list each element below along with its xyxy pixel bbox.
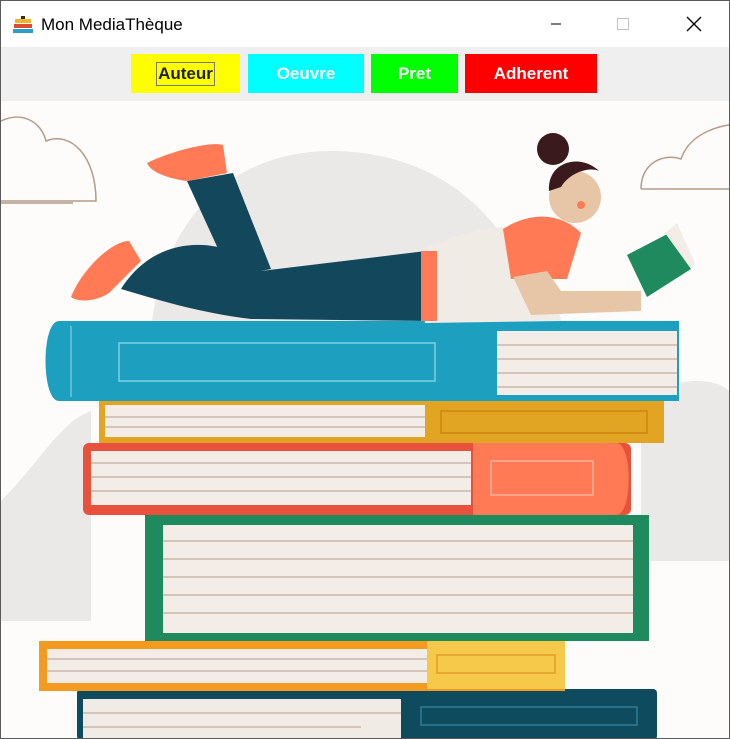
oeuvre-button-label: Oeuvre	[276, 63, 336, 83]
book-yellow	[99, 399, 664, 443]
book-yellow-thin	[39, 641, 565, 691]
reading-illustration	[1, 101, 729, 738]
book-green	[145, 515, 649, 641]
book-red	[83, 443, 631, 515]
books-icon	[12, 16, 34, 34]
minimize-icon	[551, 23, 561, 25]
pret-button[interactable]: Pret	[371, 54, 458, 93]
minimize-button[interactable]	[533, 1, 579, 47]
close-icon	[686, 16, 702, 32]
adherent-button[interactable]: Adherent	[465, 54, 597, 93]
maximize-button[interactable]	[600, 1, 646, 47]
cloud-right	[640, 124, 729, 190]
background-blob-left	[1, 411, 91, 621]
cloud-left	[1, 116, 97, 202]
title-bar: Mon MediaThèque	[1, 1, 729, 47]
window-title: Mon MediaThèque	[41, 15, 183, 34]
close-button[interactable]	[671, 1, 717, 47]
adherent-button-label: Adherent	[493, 63, 569, 83]
toolbar: Auteur Oeuvre Pret Adherent	[1, 47, 729, 101]
book-blue	[45, 321, 679, 401]
auteur-button-label: Auteur	[156, 61, 215, 86]
pret-button-label: Pret	[397, 63, 432, 83]
app-window: Mon MediaThèque Auteur Oeuvre Pret Adher…	[0, 0, 730, 739]
maximize-icon	[617, 18, 629, 30]
auteur-button[interactable]: Auteur	[131, 54, 240, 93]
book-bottom	[77, 689, 657, 738]
oeuvre-button[interactable]: Oeuvre	[248, 54, 364, 93]
